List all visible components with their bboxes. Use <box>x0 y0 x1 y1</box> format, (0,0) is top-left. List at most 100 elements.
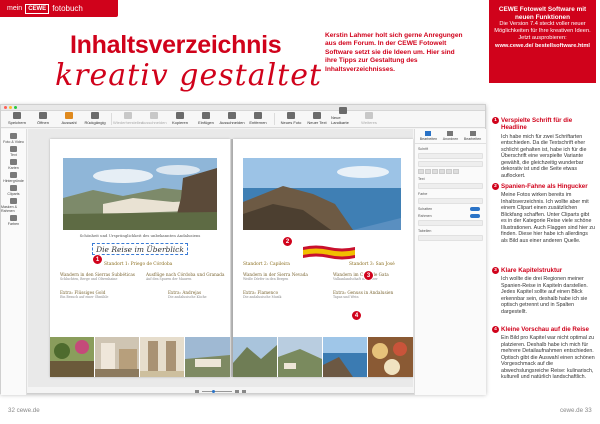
toc-item-sub: Die andalusische Musik <box>243 295 282 299</box>
zoom-knob[interactable] <box>212 389 215 393</box>
headline-line2: kreativ gestaltet <box>55 58 323 93</box>
tip-title-text: Klare Kapitelstruktur <box>501 267 563 274</box>
toolbar-icon <box>39 112 47 119</box>
promo-link[interactable]: www.cewe.de/ bestellsoftware.html <box>494 43 591 50</box>
tip-title: 4 Kleine Vorschau auf die Reise <box>492 326 596 333</box>
toolbar-button[interactable]: Öffnen <box>31 112 55 125</box>
frame-toggle[interactable] <box>470 214 480 218</box>
table-option[interactable] <box>418 235 483 241</box>
sidebar-item[interactable]: Masken & Rahmen <box>1 198 26 213</box>
panel-label-schatten: Schatten <box>418 207 483 211</box>
right-thumbnails <box>233 337 413 377</box>
thumb-patio[interactable] <box>140 337 184 377</box>
underline-button[interactable] <box>432 169 438 174</box>
toolbar-button[interactable]: Ausschneiden <box>219 112 245 125</box>
brand-mein: mein <box>7 5 23 12</box>
sidebar-item[interactable]: Foto & Video <box>1 133 26 144</box>
left-page[interactable]: Schönheit und Ursprünglichkeit des unbek… <box>50 139 230 377</box>
page-number-left: 32 <box>8 407 15 414</box>
toolbar-button[interactable]: Rückgängig <box>83 112 107 125</box>
headline-line1: Inhaltsverzeichnis <box>70 31 282 59</box>
toc-title[interactable]: Die Reise im Überblick <box>92 243 188 255</box>
photo-cabo-de-gata[interactable] <box>243 158 401 230</box>
tip-2: 2 Spanien-Fahne als Hingucker Meine Fotos… <box>492 183 596 244</box>
sidebar-item[interactable]: Karten <box>1 159 26 170</box>
tip-number: 4 <box>492 326 499 333</box>
brand-bar: mein CEWE fotobuch <box>0 0 118 17</box>
sidebar-item[interactable]: Text <box>1 146 26 157</box>
toc-item: Wandern in der Sierra Nevada Weiße Dörfe… <box>243 272 323 282</box>
toolbar-button[interactable]: Neues Foto <box>279 112 303 125</box>
toolbar-button[interactable]: Ausschneiden <box>141 112 167 125</box>
software-window: Speichern Öffnen Auswahl Rückgängig Wiederhe… <box>0 104 486 395</box>
toolbar-icon <box>65 112 73 119</box>
italic-button[interactable] <box>425 169 431 174</box>
toolbar-button-label: Neues Foto <box>280 120 302 125</box>
thumb-valley[interactable] <box>278 337 322 377</box>
color-picker[interactable] <box>418 198 483 204</box>
spain-flag-clipart[interactable] <box>303 244 355 261</box>
minimize-dot[interactable] <box>9 106 12 109</box>
sidebar-item[interactable]: Cliparts <box>1 185 26 196</box>
bold-button[interactable] <box>418 169 424 174</box>
toolbar-button[interactable]: Einfügen <box>194 112 218 125</box>
sidebar-icon <box>10 185 17 191</box>
align-right-button[interactable] <box>453 169 459 174</box>
zoom-slider[interactable] <box>202 389 232 393</box>
toolbar-button[interactable]: Kopieren <box>168 112 192 125</box>
font-select[interactable] <box>418 153 483 159</box>
tip-title-text: Kleine Vorschau auf die Reise <box>501 326 589 333</box>
panel-label-farbe: Farbe <box>418 192 428 196</box>
marker-2: 2 <box>282 236 293 247</box>
toolbar-button[interactable]: Wiederherstellen <box>113 112 144 125</box>
font-size-select[interactable] <box>418 161 483 167</box>
station-2: Standort 2: Capileira <box>243 262 290 267</box>
text-option[interactable] <box>418 183 483 189</box>
toolbar-button[interactable]: Auswahl <box>57 112 81 125</box>
toolbar-icon <box>176 112 184 119</box>
footer-site-right: cewe.de <box>560 407 584 414</box>
tip-title-text: Verspielte Schrift für die Headline <box>501 117 573 132</box>
thumb-coast[interactable] <box>323 337 367 377</box>
sidebar-item[interactable]: Farben <box>1 215 26 226</box>
fit-page-icon[interactable] <box>195 389 199 393</box>
thumb-village[interactable] <box>185 337 230 377</box>
page-nav-icon[interactable] <box>235 389 239 393</box>
thumb-garden[interactable] <box>50 337 94 377</box>
photo-priego[interactable] <box>63 158 217 230</box>
align-left-button[interactable] <box>439 169 445 174</box>
toolbar-button[interactable]: Neue Landkarte <box>331 107 355 125</box>
toolbar-button[interactable]: Neuer Text <box>305 112 329 125</box>
panel-tab[interactable]: Bearbeiten <box>420 131 437 141</box>
sidebar-item-label: Cliparts <box>7 192 20 196</box>
page-nav-icon[interactable] <box>242 389 246 393</box>
toolbar-button[interactable]: Speichern <box>5 112 29 125</box>
panel-tab[interactable]: Anordnen <box>443 131 458 141</box>
panel-tab[interactable]: Bearbeiten <box>464 131 481 141</box>
toolbar-separator <box>111 113 112 125</box>
toolbar-button-label: Wiederherstellen <box>113 120 144 125</box>
panel-tab-icon <box>447 131 454 136</box>
sidebar-icon <box>10 159 17 165</box>
shadow-toggle[interactable] <box>470 207 480 211</box>
frame-option[interactable] <box>418 220 483 226</box>
toolbar-button-label: Speichern <box>7 120 26 125</box>
right-page[interactable]: Standort 2: Capileira Standort 3: San Jo… <box>233 139 413 377</box>
panel-label-tabellen: Tabellen <box>418 229 432 233</box>
footer-site-left: cewe.de <box>16 407 40 414</box>
sidebar-item[interactable]: Hintergründe <box>1 172 26 183</box>
close-dot[interactable] <box>4 106 7 109</box>
toolbar-button[interactable]: Weiteres <box>357 112 381 125</box>
promo-body: Die Version 7.4 steckt voller neuer Mögl… <box>494 21 591 42</box>
toolbar-button[interactable]: Entfernen <box>246 112 270 125</box>
thumb-tapas[interactable] <box>368 337 413 377</box>
tip-text: Ich wollte die drei Regionen meiner Span… <box>501 276 588 315</box>
maximize-dot[interactable] <box>14 106 17 109</box>
tip-title-text: Spanien-Fahne als Hingucker <box>501 183 588 190</box>
brand-fotobuch: fotobuch <box>52 4 83 13</box>
thumb-mountain[interactable] <box>233 337 277 377</box>
toolbar-button-label: Auswahl <box>61 120 77 125</box>
thumb-street[interactable] <box>95 337 139 377</box>
align-center-button[interactable] <box>446 169 452 174</box>
editor-canvas[interactable]: Schönheit und Ursprünglichkeit des unbek… <box>28 129 413 387</box>
